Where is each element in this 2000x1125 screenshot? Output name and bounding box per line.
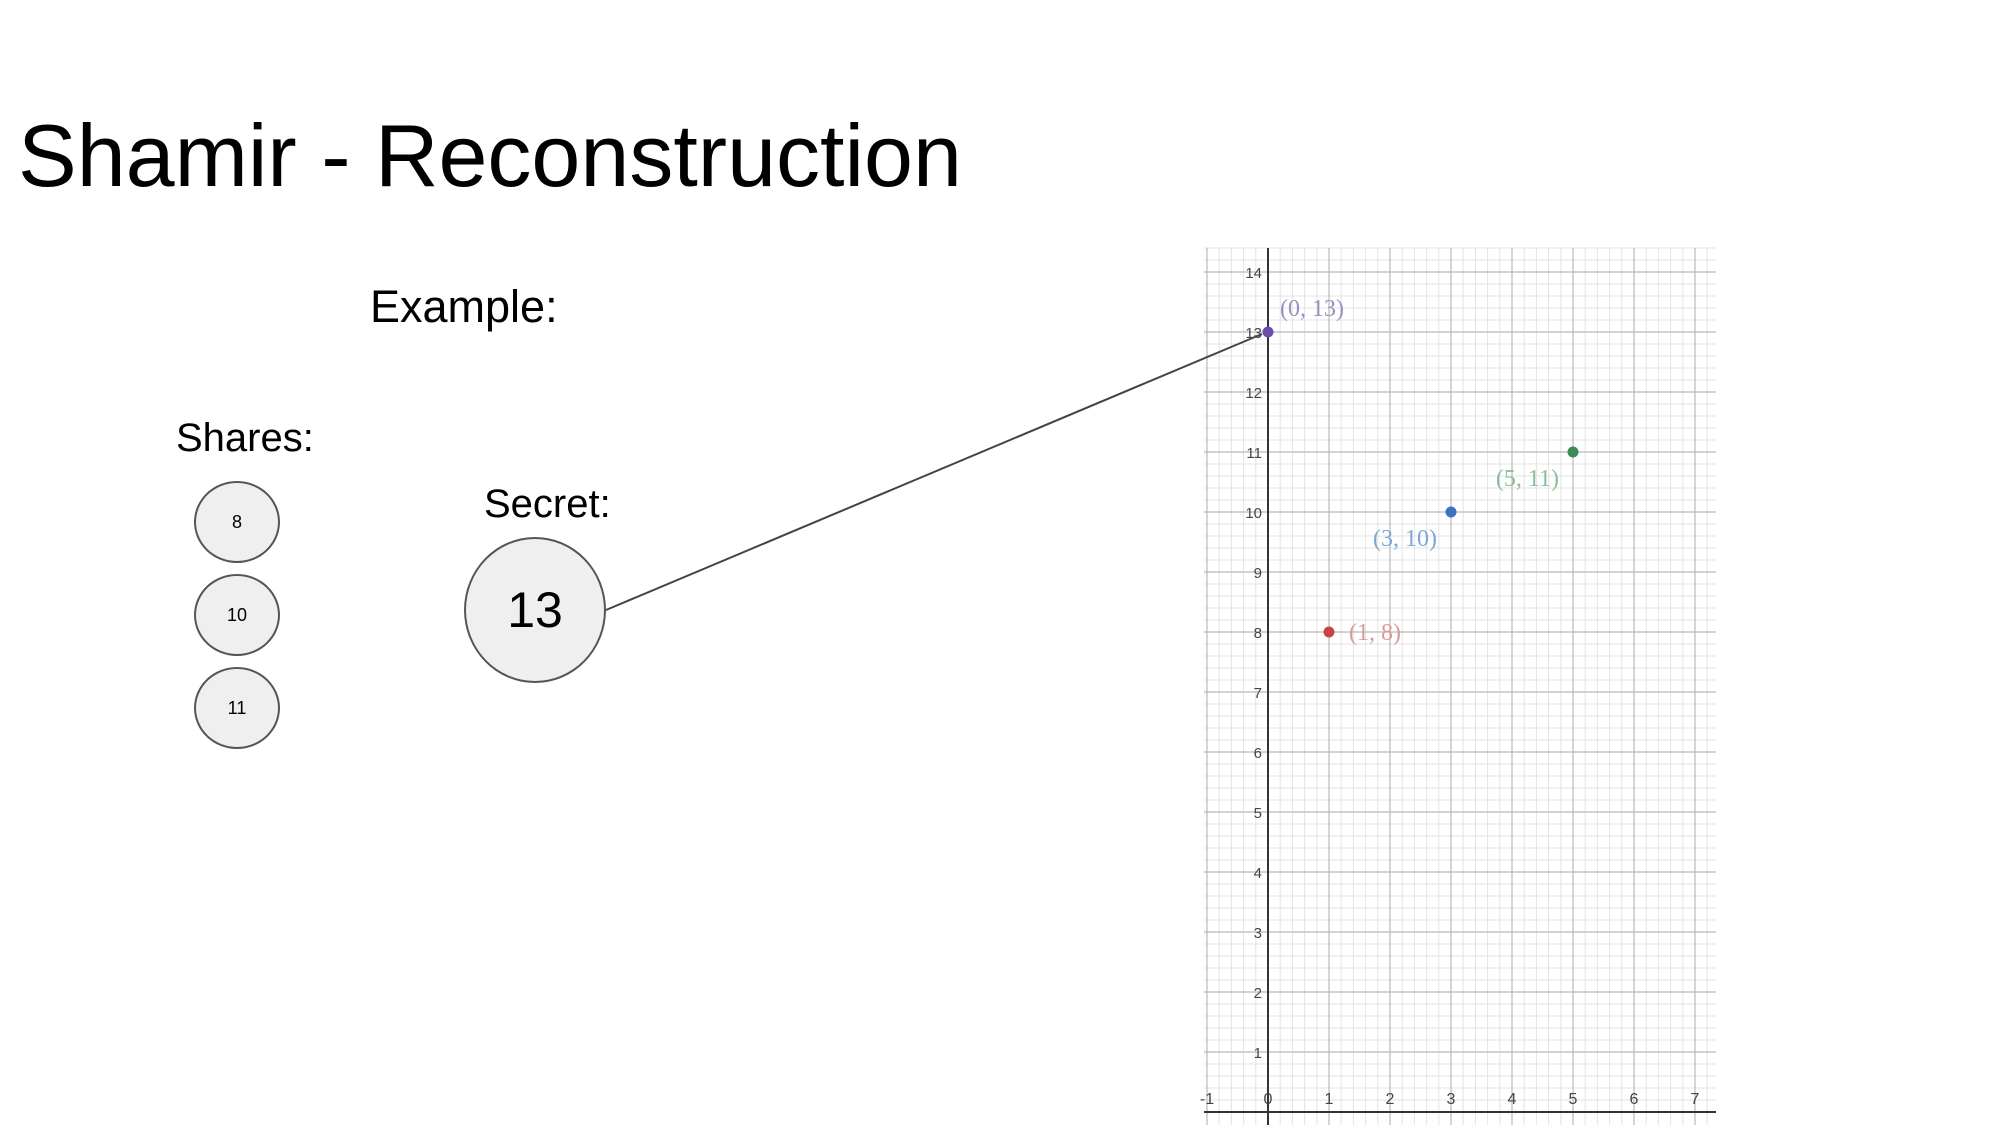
data-point-label: (5, 11) xyxy=(1496,466,1559,492)
slide: Shamir - Reconstruction Example: Shares:… xyxy=(0,0,2000,1125)
x-tick-label: -1 xyxy=(1200,1091,1214,1108)
data-point-label: (3, 10) xyxy=(1373,526,1437,552)
x-tick-label: 3 xyxy=(1447,1091,1456,1108)
y-tick-label: 10 xyxy=(1245,505,1262,522)
data-point xyxy=(1445,506,1457,518)
y-tick-label: 9 xyxy=(1254,565,1262,582)
data-point xyxy=(1262,326,1274,338)
y-tick-label: 3 xyxy=(1254,925,1262,942)
data-points: (0, 13) (1, 8) (3, 10) (5, 11) xyxy=(1262,296,1579,646)
y-tick-label: 7 xyxy=(1254,685,1262,702)
x-tick-label: 7 xyxy=(1691,1091,1700,1108)
y-tick-label: 11 xyxy=(1246,445,1262,462)
y-tick-label: 2 xyxy=(1254,985,1262,1002)
x-tick-label: 0 xyxy=(1264,1091,1273,1108)
y-tick-label: 6 xyxy=(1254,745,1262,762)
chart-svg: 1234567891011121314-1 0 1 2 3 4 5 6 7 (0, 13)(1,… xyxy=(605,247,1716,1125)
y-tick-label: 12 xyxy=(1245,385,1262,402)
y-tick-label: 14 xyxy=(1245,265,1262,282)
x-tick-label: 5 xyxy=(1569,1091,1578,1108)
grid-minor xyxy=(1204,247,1716,1125)
data-point xyxy=(1567,446,1579,458)
y-tick-label: 5 xyxy=(1254,805,1262,822)
data-point xyxy=(1323,626,1335,638)
y-tick-label: 8 xyxy=(1254,625,1262,642)
x-tick-label: 1 xyxy=(1325,1091,1334,1108)
x-tick-label: 4 xyxy=(1508,1091,1517,1108)
data-point-label: (0, 13) xyxy=(1280,296,1344,322)
x-tick-label: 2 xyxy=(1386,1091,1395,1108)
secret-connector-arrow xyxy=(605,333,1263,611)
data-point-label: (1, 8) xyxy=(1349,620,1401,646)
y-tick-label: 4 xyxy=(1254,865,1262,882)
y-tick-label: 1 xyxy=(1254,1045,1262,1062)
x-tick-label: 6 xyxy=(1630,1091,1639,1108)
